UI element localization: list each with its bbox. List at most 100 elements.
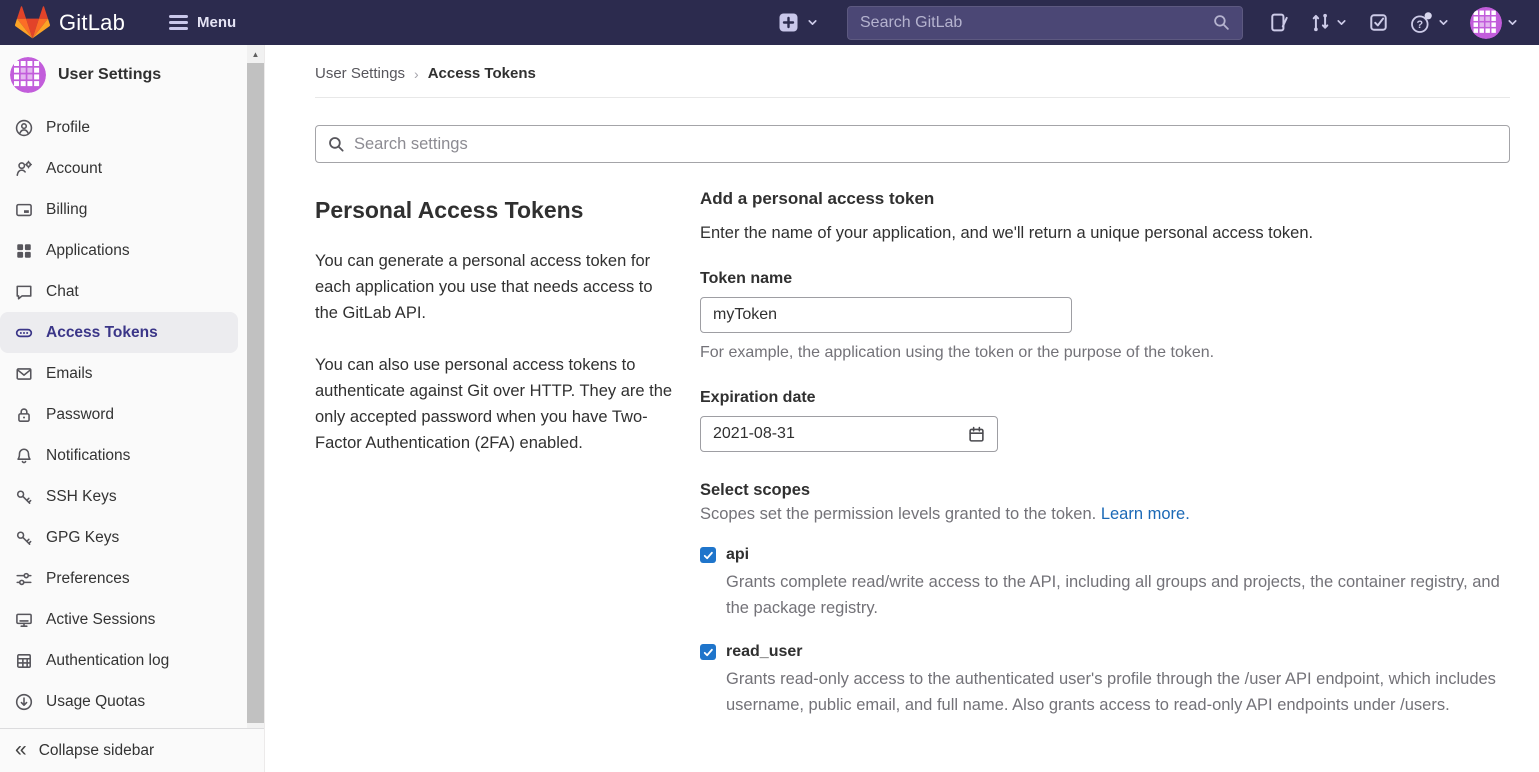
api-scope-label[interactable]: api <box>726 546 749 564</box>
chat-icon <box>15 283 33 301</box>
scrollbar-up-arrow[interactable]: ▲ <box>247 47 264 61</box>
sidebar-nav: Profile Account Billing Applications Cha… <box>0 107 264 722</box>
scope-read-user: read_user Grants read-only access to the… <box>700 643 1510 718</box>
sidebar-item-notifications[interactable]: Notifications <box>0 435 238 476</box>
sidebar-scrollbar[interactable]: ▲ <box>247 45 264 728</box>
expiration-date-input[interactable] <box>713 425 968 443</box>
key-icon <box>15 488 33 506</box>
sidebar-item-label: Billing <box>46 201 87 219</box>
global-search[interactable] <box>847 6 1243 40</box>
calendar-icon[interactable] <box>968 426 985 443</box>
sidebar-title: User Settings <box>58 66 161 84</box>
breadcrumb-separator: › <box>414 66 419 82</box>
breadcrumb: User Settings › Access Tokens <box>315 45 1510 98</box>
help-icon: ? <box>1409 11 1433 35</box>
sidebar-item-applications[interactable]: Applications <box>0 230 238 271</box>
merge-requests-button[interactable] <box>1310 12 1348 33</box>
settings-search-input[interactable] <box>354 135 1497 154</box>
collapse-sidebar-label: Collapse sidebar <box>39 742 154 760</box>
sidebar-item-profile[interactable]: Profile <box>0 107 238 148</box>
lock-icon <box>15 406 33 424</box>
page-description-2: You can also use personal access tokens … <box>315 352 674 456</box>
search-icon <box>1213 14 1230 31</box>
sidebar-item-label: Chat <box>46 283 79 301</box>
sidebar-item-label: Applications <box>46 242 130 260</box>
scope-api: api Grants complete read/write access to… <box>700 546 1510 621</box>
sidebar-item-ssh-keys[interactable]: SSH Keys <box>0 476 238 517</box>
select-scopes-heading: Select scopes <box>700 481 1510 500</box>
account-icon <box>15 160 33 178</box>
expiration-date-label: Expiration date <box>700 389 1510 407</box>
read-user-checkbox[interactable] <box>700 644 716 660</box>
todos-button[interactable] <box>1368 12 1389 33</box>
sidebar-item-label: Password <box>46 406 114 424</box>
collapse-sidebar-button[interactable]: « Collapse sidebar <box>0 728 264 772</box>
sidebar-item-usage-quotas[interactable]: Usage Quotas <box>0 681 238 722</box>
select-scopes-description: Scopes set the permission levels granted… <box>700 505 1510 524</box>
api-checkbox[interactable] <box>700 547 716 563</box>
settings-search[interactable] <box>315 125 1510 163</box>
monitor-icon <box>15 611 33 629</box>
bell-icon <box>15 447 33 465</box>
chevron-down-icon <box>1437 16 1450 29</box>
global-search-input[interactable] <box>860 14 1213 32</box>
sidebar-item-label: Notifications <box>46 447 130 465</box>
check-icon <box>703 550 714 561</box>
read-user-scope-description: Grants read-only access to the authentic… <box>726 666 1510 718</box>
breadcrumb-user-settings[interactable]: User Settings <box>315 65 405 82</box>
sidebar-item-label: Access Tokens <box>46 324 158 342</box>
scrollbar-thumb[interactable] <box>247 63 264 723</box>
log-icon <box>15 652 33 670</box>
sidebar-item-active-sessions[interactable]: Active Sessions <box>0 599 238 640</box>
sidebar-item-label: SSH Keys <box>46 488 117 506</box>
sidebar-item-gpg-keys[interactable]: GPG Keys <box>0 517 238 558</box>
chevron-down-icon <box>806 16 819 29</box>
billing-icon <box>15 201 33 219</box>
sidebar-item-billing[interactable]: Billing <box>0 189 238 230</box>
double-chevron-left-icon: « <box>15 739 27 760</box>
gitlab-logo-icon[interactable] <box>14 5 51 40</box>
expiration-date-field[interactable] <box>700 416 998 452</box>
sidebar-item-label: Authentication log <box>46 652 169 670</box>
sidebar-item-label: Preferences <box>46 570 130 588</box>
sidebar-item-password[interactable]: Password <box>0 394 238 435</box>
key-icon <box>15 529 33 547</box>
menu-button[interactable]: Menu <box>169 14 236 31</box>
token-name-input[interactable] <box>700 297 1072 333</box>
sidebar-item-authentication-log[interactable]: Authentication log <box>0 640 238 681</box>
check-icon <box>703 647 714 658</box>
sidebar-item-label: Account <box>46 160 102 178</box>
sidebar-item-emails[interactable]: Emails <box>0 353 238 394</box>
top-navbar: GitLab Menu <box>0 0 1539 45</box>
sidebar-item-preferences[interactable]: Preferences <box>0 558 238 599</box>
gitlab-wordmark[interactable]: GitLab <box>59 10 125 36</box>
svg-text:?: ? <box>1416 18 1423 30</box>
sidebar-item-access-tokens[interactable]: Access Tokens <box>0 312 238 353</box>
breadcrumb-access-tokens: Access Tokens <box>428 65 536 82</box>
sidebar-item-label: Active Sessions <box>46 611 155 629</box>
user-menu-button[interactable] <box>1470 7 1519 39</box>
form-description: Enter the name of your application, and … <box>700 224 1510 243</box>
issues-icon <box>1269 12 1290 33</box>
sidebar-item-account[interactable]: Account <box>0 148 238 189</box>
new-menu-button[interactable] <box>779 13 819 32</box>
hamburger-icon <box>169 15 188 30</box>
token-icon <box>15 324 33 342</box>
learn-more-link[interactable]: Learn more. <box>1101 505 1190 523</box>
page-title: Personal Access Tokens <box>315 197 674 224</box>
avatar <box>10 57 46 93</box>
read-user-scope-label[interactable]: read_user <box>726 643 803 661</box>
main-content: User Settings › Access Tokens Personal A… <box>265 45 1539 772</box>
plus-icon <box>779 13 798 32</box>
help-button[interactable]: ? <box>1409 11 1450 35</box>
chevron-down-icon <box>1506 16 1519 29</box>
todo-icon <box>1368 12 1389 33</box>
search-icon <box>328 136 345 153</box>
sliders-icon <box>15 570 33 588</box>
menu-label: Menu <box>197 14 236 31</box>
sidebar-item-chat[interactable]: Chat <box>0 271 238 312</box>
merge-request-icon <box>1310 12 1331 33</box>
issues-button[interactable] <box>1269 12 1290 33</box>
token-name-help: For example, the application using the t… <box>700 344 1510 362</box>
sidebar-item-label: GPG Keys <box>46 529 119 547</box>
